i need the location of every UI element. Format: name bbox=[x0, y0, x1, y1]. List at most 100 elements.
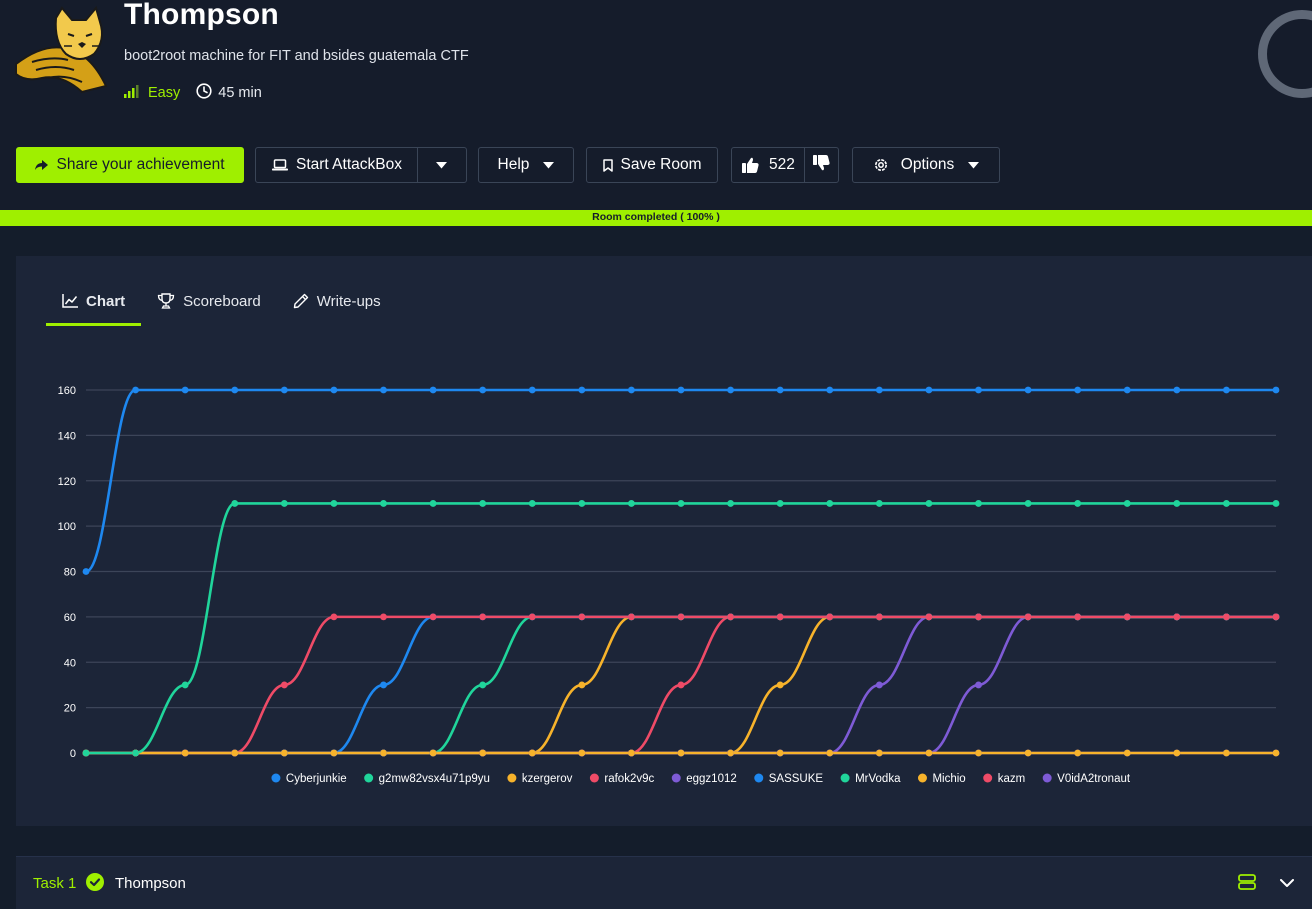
caret-down-icon bbox=[968, 156, 980, 174]
y-tick-label: 40 bbox=[64, 657, 76, 669]
difficulty-label: Easy bbox=[148, 85, 181, 101]
downvote-button[interactable] bbox=[804, 148, 838, 182]
y-tick-label: 80 bbox=[64, 567, 76, 579]
data-point bbox=[776, 681, 784, 689]
data-point bbox=[280, 749, 288, 757]
data-point bbox=[528, 749, 536, 757]
room-progress-bar: Room completed ( 100% ) bbox=[0, 210, 1312, 226]
data-point bbox=[975, 681, 982, 689]
data-point bbox=[479, 613, 487, 621]
options-button[interactable]: Options bbox=[852, 147, 1000, 183]
data-point bbox=[677, 681, 685, 689]
difficulty-bars-icon bbox=[124, 84, 142, 102]
data-point bbox=[1272, 613, 1280, 621]
upvote-button[interactable]: 522 bbox=[732, 148, 804, 182]
help-label: Help bbox=[497, 156, 530, 173]
y-tick-label: 160 bbox=[58, 385, 76, 397]
room-progress-label: Room completed ( 100% ) bbox=[592, 211, 720, 223]
help-button[interactable]: Help bbox=[478, 147, 574, 183]
room-title: Thompson bbox=[124, 0, 279, 31]
data-point bbox=[429, 749, 437, 757]
data-point bbox=[231, 500, 239, 507]
data-point bbox=[280, 500, 288, 507]
data-point bbox=[82, 749, 90, 757]
data-point bbox=[1123, 386, 1131, 394]
task-row[interactable]: Task 1 Thompson bbox=[16, 856, 1312, 909]
duration-label: 45 min bbox=[218, 85, 262, 101]
data-point bbox=[677, 500, 685, 507]
data-point bbox=[479, 681, 487, 689]
data-point bbox=[1173, 386, 1181, 394]
options-label: Options bbox=[900, 156, 955, 173]
data-point bbox=[380, 749, 387, 757]
data-point bbox=[132, 749, 139, 757]
save-room-button[interactable]: Save Room bbox=[586, 147, 718, 183]
caret-down-icon bbox=[436, 156, 448, 174]
data-point bbox=[975, 386, 982, 394]
data-point bbox=[429, 386, 437, 394]
data-point bbox=[826, 613, 834, 621]
data-point bbox=[925, 500, 933, 507]
data-point bbox=[727, 613, 734, 621]
legend-label: g2mw82vsx4u71p9yu bbox=[379, 773, 490, 785]
data-point bbox=[132, 386, 139, 394]
legend-label: V0idA2tronaut bbox=[1057, 773, 1131, 785]
data-point bbox=[380, 386, 387, 394]
data-point bbox=[578, 749, 586, 757]
data-point bbox=[528, 386, 536, 394]
data-point bbox=[181, 386, 189, 394]
data-point bbox=[677, 749, 685, 757]
attackbox-button-group: Start AttackBox bbox=[255, 147, 467, 183]
legend-marker bbox=[364, 773, 374, 783]
data-point bbox=[181, 749, 189, 757]
data-point bbox=[1223, 386, 1230, 394]
data-point bbox=[628, 613, 635, 621]
data-point bbox=[677, 386, 685, 394]
legend-label: MrVodka bbox=[855, 773, 901, 785]
task-list-icon[interactable] bbox=[1238, 874, 1256, 895]
data-point bbox=[380, 613, 387, 621]
data-point bbox=[1173, 613, 1181, 621]
data-point bbox=[727, 500, 734, 507]
data-point bbox=[1223, 749, 1230, 757]
data-point bbox=[578, 386, 586, 394]
y-tick-label: 100 bbox=[58, 521, 76, 533]
attackbox-dropdown-button[interactable] bbox=[418, 148, 466, 182]
share-achievement-button[interactable]: Share your achievement bbox=[16, 147, 244, 183]
score-line-chart: 0 20 40 60 80 100 120 140 160 Cyberjunkie g2mw82vs… bbox=[58, 385, 1280, 785]
clock-icon bbox=[196, 83, 212, 103]
data-point bbox=[479, 749, 487, 757]
data-point bbox=[231, 749, 239, 757]
data-point bbox=[528, 500, 536, 507]
data-point bbox=[1074, 386, 1082, 394]
data-point bbox=[1272, 749, 1280, 757]
legend-marker bbox=[507, 773, 517, 783]
data-point bbox=[925, 613, 933, 621]
laptop-icon bbox=[272, 159, 288, 171]
room-header: Thompson boot2root machine for FIT and b… bbox=[0, 0, 1312, 210]
data-point bbox=[776, 749, 784, 757]
data-point bbox=[578, 500, 586, 507]
data-point bbox=[578, 613, 586, 621]
series-line bbox=[86, 502, 1276, 755]
y-tick-label: 60 bbox=[64, 612, 76, 624]
data-point bbox=[1074, 613, 1082, 621]
data-point bbox=[1123, 500, 1131, 507]
legend-marker bbox=[840, 773, 850, 783]
data-point bbox=[875, 749, 883, 757]
data-point bbox=[280, 386, 288, 394]
legend-marker bbox=[917, 773, 927, 783]
data-point bbox=[479, 500, 487, 507]
data-point bbox=[280, 681, 288, 689]
data-point bbox=[826, 749, 834, 757]
legend-marker bbox=[589, 773, 599, 783]
start-attackbox-button[interactable]: Start AttackBox bbox=[256, 148, 417, 182]
data-point bbox=[975, 613, 982, 621]
chevron-down-icon[interactable] bbox=[1280, 875, 1294, 893]
data-point bbox=[875, 386, 883, 394]
caret-down-icon bbox=[543, 156, 555, 174]
gear-icon bbox=[873, 157, 889, 173]
chart-panel: Chart Scoreboard Write-ups 0 20 40 60 80 100 1… bbox=[16, 256, 1312, 826]
legend-label: eggz1012 bbox=[686, 773, 737, 785]
data-point bbox=[528, 613, 536, 621]
